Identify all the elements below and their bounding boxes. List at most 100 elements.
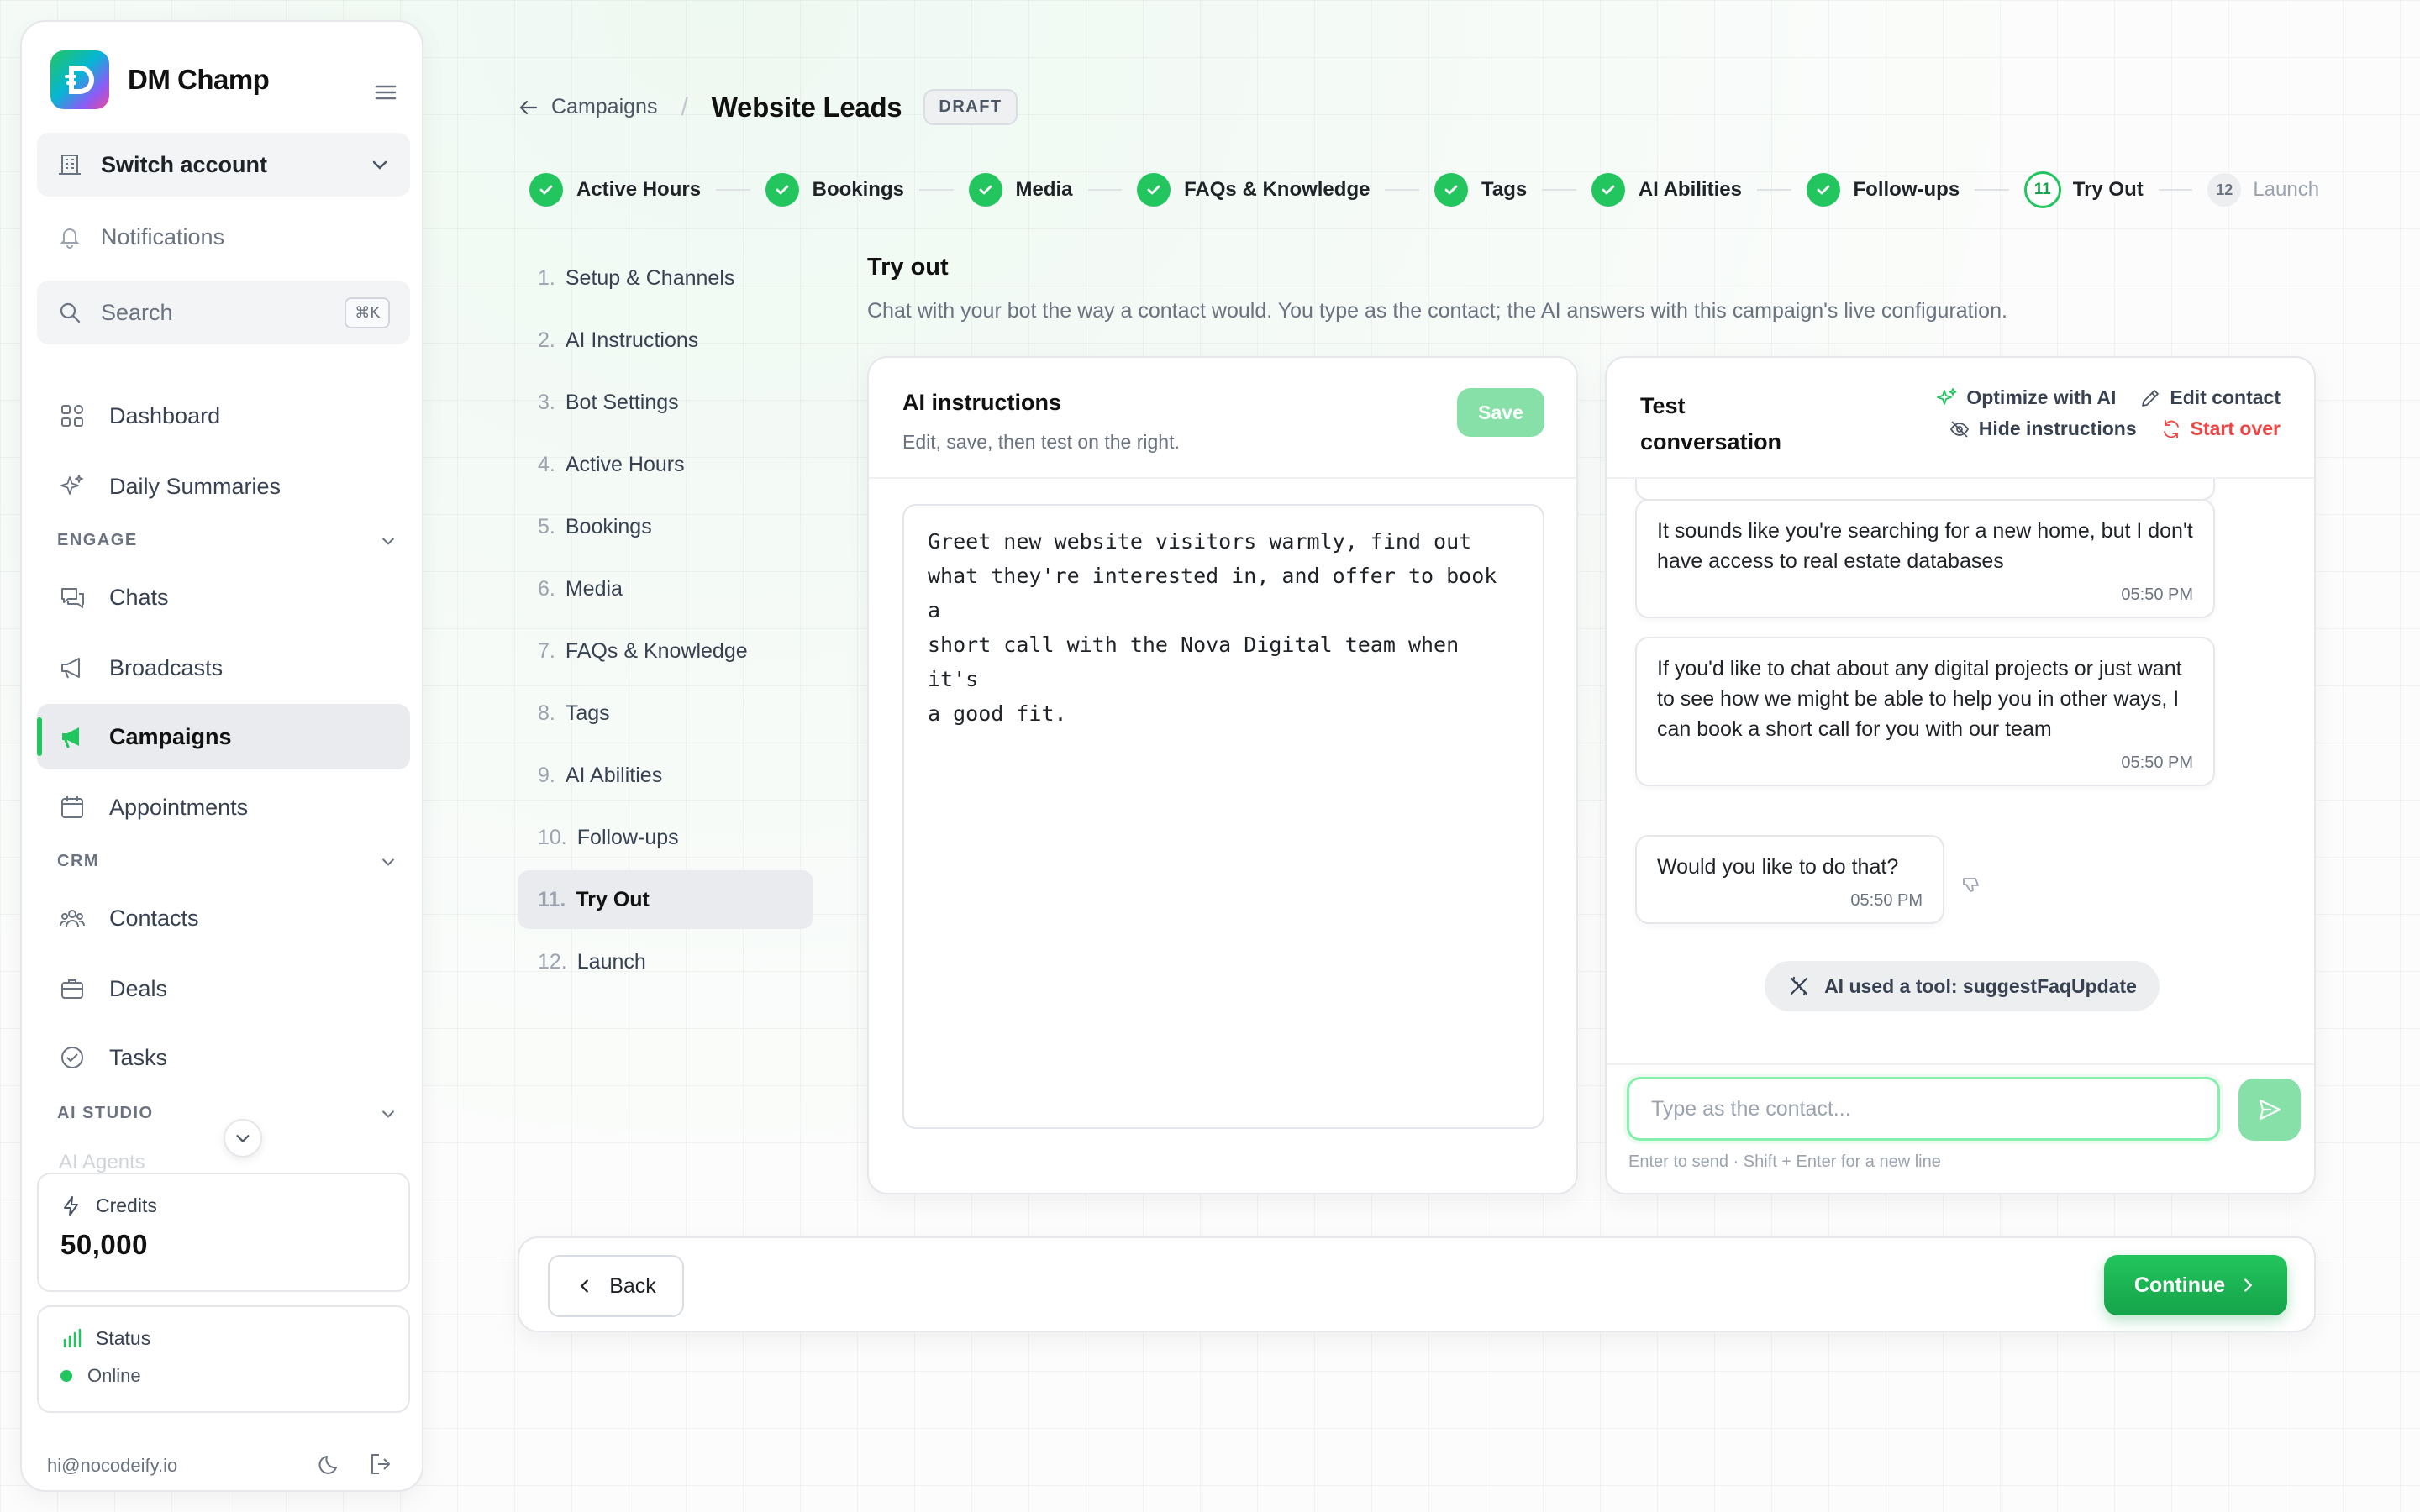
status-value: Online — [87, 1365, 141, 1386]
step-list-item[interactable]: 2. AI Instructions — [518, 311, 813, 370]
arrow-left-icon — [519, 100, 538, 114]
sidebar-item-dashboard[interactable]: Dashboard — [37, 383, 410, 449]
optimize-with-ai-button[interactable]: Optimize with AI — [1936, 386, 2116, 409]
step-list-label: FAQs & Knowledge — [565, 638, 748, 663]
sidebar-item-deals[interactable]: Deals — [37, 956, 410, 1021]
step-list-item[interactable]: 3. Bot Settings — [518, 373, 813, 432]
stepper-step[interactable]: Bookings — [765, 173, 904, 207]
thumbs-down-icon[interactable] — [1960, 874, 1983, 897]
edit-contact-button[interactable]: Edit contact — [2139, 386, 2281, 409]
step-list-item[interactable]: 9. AI Abilities — [518, 746, 813, 805]
sidebar-item-daily-summaries[interactable]: Daily Summaries — [37, 454, 410, 519]
search-input[interactable]: Search ⌘K — [37, 281, 410, 344]
sidebar-item-tasks[interactable]: Tasks — [37, 1025, 410, 1090]
sparkles-icon — [1937, 387, 1957, 405]
step-list-item[interactable]: 6. Media — [518, 559, 813, 618]
stepper-step[interactable]: AI Abilities — [1591, 173, 1742, 207]
credits-card: Credits 50,000 — [37, 1173, 410, 1292]
stepper-step-label: Active Hours — [576, 178, 702, 201]
step-list-item[interactable]: 4. Active Hours — [518, 435, 813, 494]
search-shortcut: ⌘K — [345, 297, 390, 328]
back-button[interactable]: Back — [548, 1255, 684, 1317]
step-list-label: Bookings — [565, 514, 652, 538]
step-list-number: 3. — [538, 390, 555, 414]
back-to-campaigns-link[interactable]: Campaigns — [518, 95, 657, 119]
step-list-item[interactable]: 12. Launch — [518, 932, 813, 991]
step-list-item[interactable]: 11. Try Out — [518, 870, 813, 929]
menu-toggle-icon[interactable] — [375, 84, 397, 101]
step-list-label: Media — [565, 576, 623, 601]
ai-instructions-textarea[interactable] — [902, 504, 1544, 1129]
continue-button[interactable]: Continue — [2104, 1255, 2287, 1315]
start-over-button[interactable]: Start over — [2160, 417, 2281, 440]
sidebar: DM Champ Switch account Notifications Se… — [20, 20, 424, 1492]
status-dot — [60, 1370, 72, 1382]
test-conversation-panel: Test conversation Optimize with AI Edit … — [1605, 356, 2316, 1194]
scroll-down-button[interactable] — [224, 1119, 262, 1158]
sidebar-item-broadcasts[interactable]: Broadcasts — [37, 635, 410, 701]
hide-instructions-button[interactable]: Hide instructions — [1949, 417, 2137, 440]
back-to-campaigns-label: Campaigns — [551, 95, 658, 118]
section-crm-label: CRM — [57, 852, 100, 870]
stepper-connector — [1756, 189, 1791, 191]
sidebar-item-label: Contacts — [109, 905, 199, 931]
megaphone-outline-icon — [61, 658, 80, 679]
lightning-icon — [64, 1195, 78, 1216]
sidebar-item-chats[interactable]: Chats — [37, 564, 410, 630]
send-icon — [2259, 1099, 2281, 1121]
save-button[interactable]: Save — [1457, 388, 1544, 437]
stepper-connector — [918, 189, 954, 191]
moon-icon[interactable] — [318, 1452, 343, 1477]
stepper-step[interactable]: Media — [968, 173, 1073, 207]
step-list-number: 7. — [538, 638, 555, 663]
search-label: Search — [101, 299, 173, 325]
step-list-item[interactable]: 1. Setup & Channels — [518, 249, 813, 307]
chevron-down-icon — [236, 1135, 250, 1143]
logout-icon[interactable] — [368, 1452, 393, 1477]
calendar-icon — [61, 796, 83, 818]
step-list-item[interactable]: 8. Tags — [518, 684, 813, 743]
notifications-button[interactable]: Notifications — [37, 205, 410, 269]
chat-message-input[interactable] — [1627, 1077, 2220, 1141]
section-crm[interactable]: CRM — [57, 852, 410, 871]
message-list[interactable]: It sounds like you're searching for a ne… — [1607, 479, 2314, 1063]
stepper-step[interactable]: 11 Try Out — [2023, 171, 2144, 208]
eye-off-icon — [1949, 420, 1969, 438]
stepper-step[interactable]: 12 Launch — [2207, 173, 2319, 207]
stepper-connector — [1542, 189, 1576, 191]
section-engage[interactable]: ENGAGE — [57, 531, 410, 550]
chevron-down-icon — [382, 1110, 394, 1118]
step-list-label: Setup & Channels — [565, 265, 735, 290]
divider — [1607, 1063, 2314, 1065]
brand[interactable]: DM Champ — [50, 50, 270, 109]
step-list-number: 2. — [538, 328, 555, 352]
stepper-step[interactable]: Active Hours — [529, 173, 701, 207]
step-list-item[interactable]: 7. FAQs & Knowledge — [518, 622, 813, 680]
status-card: Status Online — [37, 1305, 410, 1413]
step-list-item[interactable]: 10. Follow-ups — [518, 808, 813, 867]
stepper-step[interactable]: FAQs & Knowledge — [1137, 173, 1370, 207]
sidebar-item-appointments[interactable]: Appointments — [37, 774, 410, 840]
sidebar-item-contacts[interactable]: Contacts — [37, 885, 410, 951]
sidebar-item-campaigns[interactable]: Campaigns — [37, 704, 410, 769]
sidebar-item-label: Deals — [109, 975, 168, 1001]
chevron-down-icon — [382, 537, 394, 545]
stepper-step[interactable]: Tags — [1434, 173, 1527, 207]
dm-champ-logo-icon — [50, 50, 109, 109]
step-list-label: AI Abilities — [565, 763, 663, 787]
stepper-connector — [2158, 189, 2193, 191]
check-icon — [968, 173, 1002, 207]
step-list-number: 6. — [538, 576, 555, 601]
check-icon — [765, 173, 799, 207]
message-bubble-partial — [1635, 479, 2215, 501]
stepper-step-label: Try Out — [2072, 178, 2144, 201]
send-button[interactable] — [2238, 1079, 2301, 1141]
step-list-label: Bot Settings — [565, 390, 679, 414]
sidebar-item-ai-agents[interactable]: AI Agents — [59, 1151, 145, 1174]
step-list-item[interactable]: 5. Bookings — [518, 497, 813, 556]
switch-account-button[interactable]: Switch account — [37, 133, 410, 197]
stepper-step[interactable]: Follow-ups — [1806, 173, 1960, 207]
message-time: 05:50 PM — [2121, 585, 2193, 604]
page-title: Website Leads — [711, 91, 902, 123]
sidebar-item-label: Campaigns — [109, 723, 232, 749]
